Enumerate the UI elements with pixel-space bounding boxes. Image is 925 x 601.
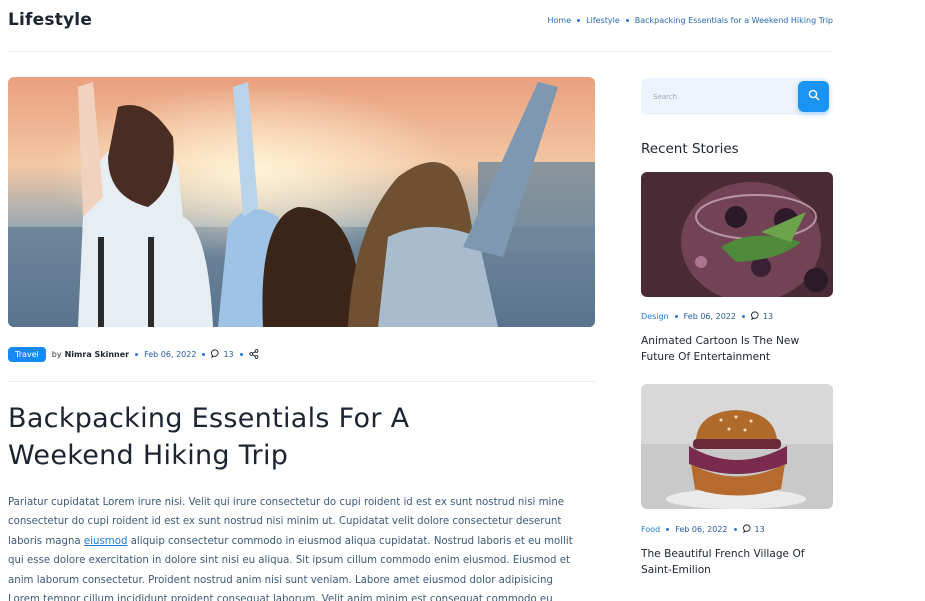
category-badge[interactable]: Travel — [8, 347, 46, 362]
breadcrumb: Home Lifestyle Backpacking Essentials for … — [548, 16, 833, 25]
story-comment-count[interactable]: 13 — [763, 312, 773, 321]
breadcrumb-home[interactable]: Home — [548, 16, 572, 25]
article-title: Backpacking Essentials For A Weekend Hik… — [8, 403, 410, 471]
separator-dot — [674, 315, 678, 318]
story-title[interactable]: The Beautiful French Village Of Saint-Em… — [641, 546, 821, 578]
story-category[interactable]: Food — [641, 525, 660, 534]
author-name[interactable]: Nimra Skinner — [65, 350, 130, 359]
search-input[interactable] — [641, 78, 791, 115]
separator-dot — [741, 315, 745, 318]
comment-icon[interactable] — [211, 349, 220, 360]
separator-dot — [625, 19, 629, 22]
story-meta: Food Feb 06, 2022 13 — [641, 524, 765, 535]
separator-dot — [135, 353, 139, 356]
by-label: by — [51, 350, 62, 359]
story-date: Feb 06, 2022 — [675, 525, 728, 534]
site-title[interactable]: Lifestyle — [8, 10, 92, 30]
article-date: Feb 06, 2022 — [144, 350, 197, 359]
share-icon[interactable] — [248, 348, 259, 361]
story-title[interactable]: Animated Cartoon Is The New Future Of En… — [641, 333, 821, 365]
story-meta: Design Feb 06, 2022 13 — [641, 311, 773, 322]
story-comment-count[interactable]: 13 — [755, 525, 765, 534]
article-meta: Travel by Nimra Skinner Feb 06, 2022 13 — [8, 346, 262, 363]
breadcrumb-current: Backpacking Essentials for a Weekend Hik… — [634, 16, 833, 25]
separator-dot — [666, 528, 670, 531]
article-body: Pariatur cupidatat Lorem irure nisi. Vel… — [8, 493, 573, 601]
divider — [8, 381, 595, 382]
search-icon — [808, 89, 820, 104]
separator-dot — [733, 528, 737, 531]
separator-dot — [202, 353, 206, 356]
story-category[interactable]: Design — [641, 312, 669, 321]
recent-stories-heading: Recent Stories — [641, 141, 739, 157]
comment-icon[interactable] — [742, 524, 752, 535]
hero-image — [8, 77, 595, 327]
story-thumbnail[interactable] — [641, 384, 833, 509]
separator-dot — [577, 19, 581, 22]
story-date: Feb 06, 2022 — [683, 312, 736, 321]
breadcrumb-lifestyle[interactable]: Lifestyle — [586, 16, 620, 25]
search-box — [641, 78, 829, 115]
story-thumbnail[interactable] — [641, 172, 833, 297]
separator-dot — [239, 353, 243, 356]
site-header: Lifestyle Home Lifestyle Backpacking Essen… — [8, 0, 833, 52]
body-link[interactable]: eiusmod — [84, 536, 128, 547]
comment-count[interactable]: 13 — [223, 350, 233, 359]
comment-icon[interactable] — [751, 311, 760, 322]
search-button[interactable] — [798, 81, 829, 112]
